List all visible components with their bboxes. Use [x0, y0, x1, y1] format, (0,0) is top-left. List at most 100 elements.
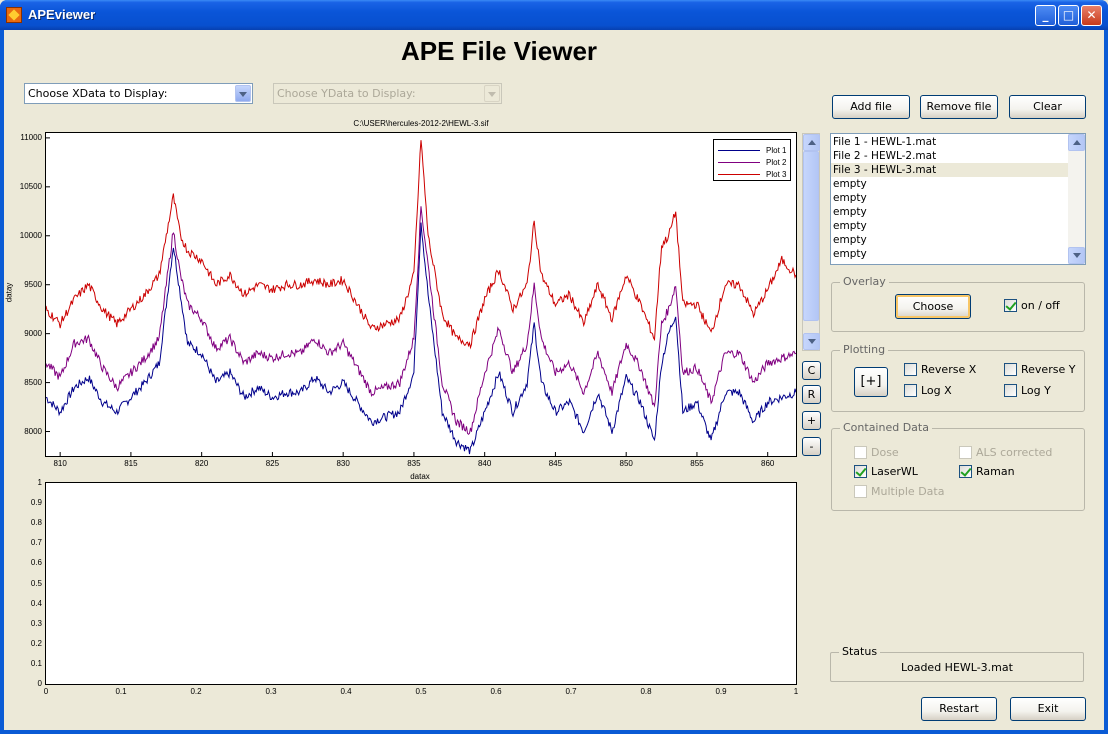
- checkbox-icon[interactable]: [904, 384, 917, 397]
- y-tick-label: 0.6: [30, 558, 42, 568]
- checkbox-icon[interactable]: [1004, 363, 1017, 376]
- legend: Plot 1 Plot 2 Plot 3: [713, 139, 791, 181]
- log-x-checkbox[interactable]: Log X: [904, 384, 952, 397]
- y-axis-label: datay: [4, 282, 14, 303]
- y-tick-label: 0.9: [30, 498, 42, 508]
- y-tick-label: 0.8: [30, 518, 42, 528]
- reverse-x-label: Reverse X: [921, 363, 977, 376]
- maximize-button[interactable]: □: [1058, 5, 1079, 26]
- main-plot[interactable]: Plot 1 Plot 2 Plot 3: [45, 132, 797, 457]
- minimize-button[interactable]: _: [1035, 5, 1056, 26]
- x-tick-label: 0.5: [415, 687, 427, 696]
- y-tick-label: 10500: [19, 181, 42, 191]
- file-list-item[interactable]: File 3 - HEWL-3.mat: [831, 163, 1085, 177]
- matlab-icon: [6, 7, 22, 23]
- clear-button[interactable]: Clear: [1009, 95, 1086, 119]
- file-list-scrollbar[interactable]: [1068, 134, 1085, 264]
- reverse-y-label: Reverse Y: [1021, 363, 1076, 376]
- als-corrected-label: ALS corrected: [976, 446, 1053, 459]
- x-tick-label: 1: [793, 687, 799, 696]
- expand-plot-button[interactable]: [+]: [854, 367, 888, 397]
- legend-swatch: [718, 149, 760, 151]
- reverse-x-checkbox[interactable]: Reverse X: [904, 363, 976, 376]
- secondary-plot[interactable]: [45, 482, 797, 685]
- checkbox-checked-icon: [854, 465, 867, 478]
- x-tick-label: 815: [124, 459, 138, 468]
- plotting-label: Plotting: [840, 343, 889, 356]
- file-list-item[interactable]: empty: [831, 191, 1085, 205]
- reverse-y-checkbox[interactable]: Reverse Y: [1004, 363, 1075, 376]
- plotting-group: Plotting [+] Reverse X Reverse Y Log X L…: [831, 343, 1085, 412]
- scroll-up-icon[interactable]: [1068, 134, 1085, 151]
- file-list-item[interactable]: File 1 - HEWL-1.mat: [831, 135, 1085, 149]
- choose-button[interactable]: Choose: [895, 294, 971, 319]
- file-list-item[interactable]: empty: [831, 247, 1085, 261]
- series-line-3: [46, 140, 796, 350]
- close-button[interactable]: ✕: [1081, 5, 1102, 26]
- x-tick-label: 0.9: [715, 687, 727, 696]
- file-list-item[interactable]: empty: [831, 219, 1085, 233]
- file-list-item[interactable]: empty: [831, 205, 1085, 219]
- checkbox-checked-icon[interactable]: [1004, 299, 1017, 312]
- file-list-item[interactable]: File 2 - HEWL-2.mat: [831, 149, 1085, 163]
- x-tick-label: 830: [336, 459, 350, 468]
- y-tick-label: 10000: [19, 230, 42, 240]
- chevron-down-icon: [484, 85, 500, 102]
- zoom-out-button[interactable]: -: [802, 437, 821, 456]
- y-tick-label: 0.1: [30, 658, 42, 668]
- x-tick-label: 860: [761, 459, 775, 468]
- add-file-button[interactable]: Add file: [832, 95, 910, 119]
- scroll-down-icon[interactable]: [1068, 247, 1085, 264]
- vertical-slider[interactable]: [802, 133, 820, 351]
- zoom-in-button[interactable]: +: [802, 411, 821, 430]
- x-tick-label: 810: [53, 459, 67, 468]
- restart-button[interactable]: Restart: [921, 697, 997, 721]
- x-tick-label: 0.2: [190, 687, 202, 696]
- file-list-item[interactable]: empty: [831, 233, 1085, 247]
- remove-file-button[interactable]: Remove file: [920, 95, 998, 119]
- page-title: APE File Viewer: [400, 36, 598, 66]
- file-list-item[interactable]: empty: [831, 177, 1085, 191]
- x-tick-label: 825: [265, 459, 280, 468]
- legend-swatch: [718, 161, 760, 163]
- c-button[interactable]: C: [802, 361, 821, 380]
- y-tick-label: 8000: [24, 426, 42, 436]
- overlay-toggle[interactable]: on / off: [1004, 299, 1060, 312]
- r-button[interactable]: R: [802, 385, 821, 404]
- log-y-checkbox[interactable]: Log Y: [1004, 384, 1051, 397]
- y-tick-label: 9000: [24, 328, 42, 338]
- checkbox-icon[interactable]: [904, 363, 917, 376]
- x-tick-label: 0.6: [490, 687, 502, 696]
- chevron-down-icon[interactable]: [235, 85, 251, 102]
- legend-label: Plot 2: [766, 157, 787, 167]
- y-tick-label: 0: [37, 679, 42, 688]
- chart-title: C:\USER\hercules-2012-2\HEWL-3.sif: [353, 119, 489, 128]
- contained-data-label: Contained Data: [840, 421, 932, 434]
- scroll-up-icon[interactable]: [803, 134, 820, 151]
- x-tick-label: 855: [690, 459, 704, 468]
- scroll-down-icon[interactable]: [803, 333, 820, 350]
- log-x-label: Log X: [921, 384, 952, 397]
- main-plot-svg: [46, 137, 796, 456]
- legend-label: Plot 3: [766, 169, 787, 179]
- x-tick-label: 0.4: [340, 687, 352, 696]
- multiple-data-checkbox: Multiple Data: [854, 485, 944, 498]
- xdata-select[interactable]: Choose XData to Display:: [24, 83, 253, 104]
- slider-thumb[interactable]: [803, 151, 819, 321]
- file-list[interactable]: File 1 - HEWL-1.mat File 2 - HEWL-2.mat Fi…: [830, 133, 1086, 265]
- raman-label: Raman: [976, 465, 1015, 478]
- log-y-label: Log Y: [1021, 384, 1051, 397]
- ydata-select-value: Choose YData to Display:: [277, 87, 416, 100]
- y-tick-label: 0.2: [30, 638, 42, 648]
- x-tick-label: 0.3: [265, 687, 277, 696]
- checkbox-icon[interactable]: [1004, 384, 1017, 397]
- contained-data-group: Contained Data Dose ALS corrected LaserW…: [831, 421, 1085, 511]
- exit-button[interactable]: Exit: [1010, 697, 1086, 721]
- x-axis-label: datax: [410, 472, 430, 481]
- overlay-toggle-label: on / off: [1021, 299, 1060, 312]
- y-tick-label: 0.4: [30, 598, 42, 608]
- raman-checkbox: Raman: [959, 465, 1015, 478]
- y-tick-label: 8500: [24, 377, 42, 387]
- y-tick-label: 0.5: [30, 578, 42, 588]
- title-bar[interactable]: APEviewer _ □ ✕: [0, 0, 1108, 30]
